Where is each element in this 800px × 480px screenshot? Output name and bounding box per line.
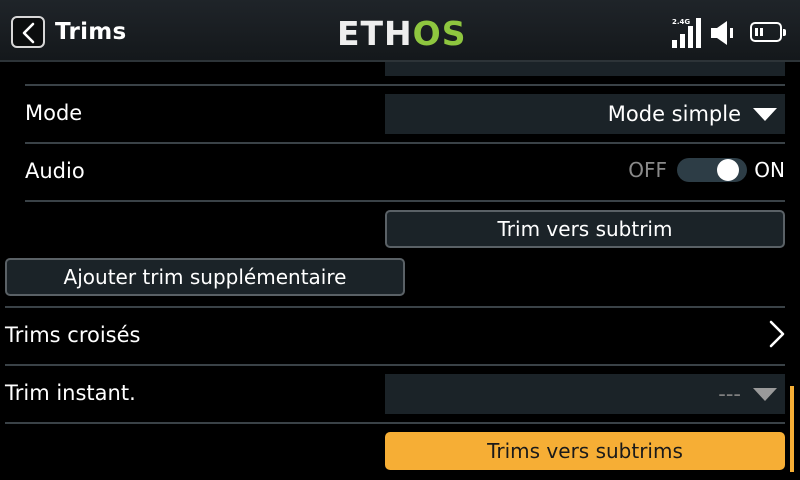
triangle-down-icon (753, 108, 777, 121)
signal-band-label: 2.4G (672, 18, 691, 26)
page-title: Trims (55, 19, 127, 45)
toggle-knob (717, 159, 739, 181)
instant-trim-label: Trim instant. (5, 381, 136, 405)
ethos-logo: ETHOS (337, 14, 467, 54)
chevron-left-icon (22, 22, 35, 44)
triangle-down-icon (753, 388, 777, 401)
divider (5, 422, 785, 424)
instant-trim-value: --- (718, 382, 741, 406)
mode-value: Mode simple (607, 102, 741, 126)
logo-text-os: OS (412, 14, 467, 53)
divider (25, 84, 785, 86)
divider (25, 142, 785, 144)
audio-on-label: ON (754, 158, 785, 182)
header-bar: Trims ETHOS 2.4G (0, 0, 800, 62)
back-button[interactable] (11, 16, 45, 48)
add-extra-trim-button[interactable]: Ajouter trim supplémentaire (5, 258, 405, 296)
signal-bars-icon: 2.4G (672, 14, 706, 48)
divider (25, 200, 785, 202)
chevron-right-icon[interactable] (768, 320, 786, 348)
trim-to-subtrim-button[interactable]: Trim vers subtrim (385, 210, 785, 248)
speaker-icon (711, 21, 733, 45)
trims-to-subtrims-button[interactable]: Trims vers subtrims (385, 432, 785, 470)
scrollbar[interactable] (790, 386, 794, 472)
instant-trim-dropdown[interactable]: --- (385, 374, 785, 414)
battery-icon (750, 22, 786, 42)
settings-list[interactable]: Mode Mode simple Audio OFF ON Trim vers … (0, 62, 800, 480)
cross-trims-row[interactable] (5, 308, 790, 362)
logo-text-eth: ETH (337, 14, 413, 53)
audio-off-label: OFF (628, 158, 667, 182)
divider (5, 364, 785, 366)
mode-dropdown[interactable]: Mode simple (385, 94, 785, 134)
partial-field (385, 62, 785, 76)
audio-toggle-group: OFF ON (625, 156, 785, 184)
audio-label: Audio (25, 159, 85, 183)
audio-toggle[interactable] (677, 158, 747, 182)
mode-label: Mode (25, 101, 83, 125)
